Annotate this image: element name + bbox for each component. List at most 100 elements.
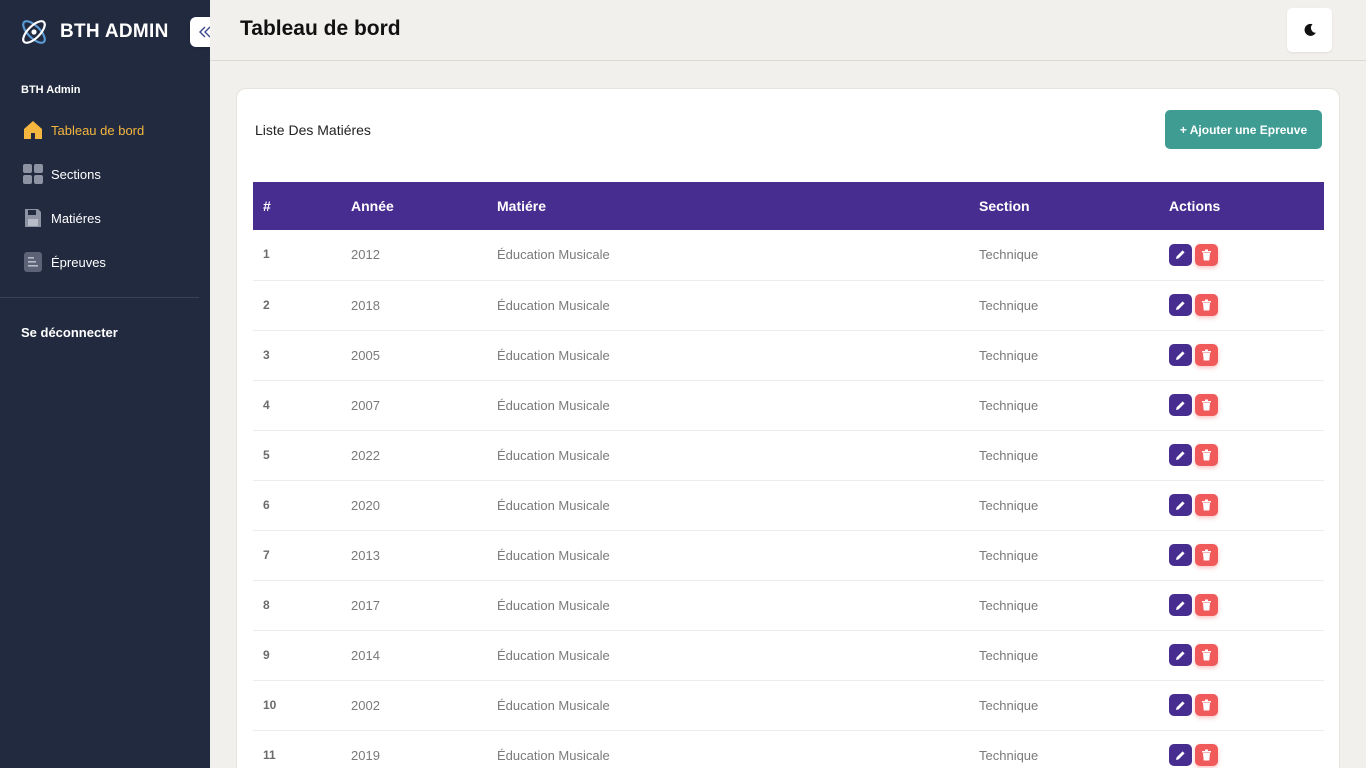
delete-button[interactable] bbox=[1195, 494, 1218, 516]
edit-button[interactable] bbox=[1169, 544, 1192, 566]
row-annee: 2005 bbox=[351, 347, 380, 363]
row-actions bbox=[1159, 230, 1324, 280]
sidebar-divider bbox=[0, 297, 199, 298]
delete-button[interactable] bbox=[1195, 243, 1218, 266]
top-header: Tableau de bord bbox=[210, 0, 1366, 61]
edit-button[interactable] bbox=[1169, 444, 1192, 466]
edit-button[interactable] bbox=[1169, 294, 1192, 316]
row-id: 6 bbox=[263, 497, 270, 512]
delete-button[interactable] bbox=[1195, 294, 1218, 316]
row-actions bbox=[1159, 430, 1324, 480]
row-annee: 2022 bbox=[351, 447, 380, 463]
row-actions bbox=[1159, 630, 1324, 680]
pencil-icon bbox=[1176, 400, 1185, 410]
logout-link[interactable]: Se déconnecter bbox=[21, 325, 118, 340]
matieres-card: Liste Des Matiéres + Ajouter une Epreuve… bbox=[236, 88, 1340, 768]
edit-button[interactable] bbox=[1169, 394, 1192, 416]
moon-icon bbox=[1304, 23, 1316, 36]
row-section: Technique bbox=[979, 447, 1039, 463]
row-section: Technique bbox=[979, 397, 1039, 413]
trash-icon bbox=[1202, 699, 1211, 711]
add-epreuve-button[interactable]: + Ajouter une Epreuve bbox=[1165, 110, 1322, 149]
delete-button[interactable] bbox=[1195, 644, 1218, 666]
pencil-icon bbox=[1176, 250, 1185, 260]
sidebar-item-tableau-de-bord[interactable]: Tableau de bord bbox=[0, 108, 210, 152]
delete-button[interactable] bbox=[1195, 544, 1218, 566]
edit-button[interactable] bbox=[1169, 344, 1192, 366]
sidebar-item-label: Tableau de bord bbox=[51, 122, 145, 138]
row-annee: 2014 bbox=[351, 647, 380, 663]
column-header-matiere[interactable]: Matiére bbox=[487, 182, 969, 230]
column-header-annee[interactable]: Année bbox=[341, 182, 487, 230]
row-matiere: Éducation Musicale bbox=[497, 297, 610, 313]
edit-button[interactable] bbox=[1169, 594, 1192, 616]
row-matiere: Éducation Musicale bbox=[497, 447, 610, 463]
brand[interactable]: BTH ADMIN bbox=[18, 15, 169, 49]
delete-button[interactable] bbox=[1195, 744, 1218, 766]
save-icon bbox=[22, 207, 44, 229]
row-actions bbox=[1159, 380, 1324, 430]
row-section: Technique bbox=[979, 347, 1039, 363]
pencil-icon bbox=[1176, 600, 1185, 610]
sidebar-item-label: Sections bbox=[51, 166, 101, 182]
sidebar-section-label: BTH Admin bbox=[21, 84, 81, 96]
sidebar-item-epreuves[interactable]: Épreuves bbox=[0, 240, 210, 284]
pencil-icon bbox=[1176, 500, 1185, 510]
row-id: 8 bbox=[263, 597, 270, 612]
row-actions bbox=[1159, 530, 1324, 580]
edit-button[interactable] bbox=[1169, 744, 1192, 766]
edit-button[interactable] bbox=[1169, 243, 1192, 266]
row-section: Technique bbox=[979, 647, 1039, 663]
edit-button[interactable] bbox=[1169, 694, 1192, 716]
table-row: 5 2022 Éducation Musicale Technique bbox=[253, 430, 1324, 480]
row-matiere: Éducation Musicale bbox=[497, 697, 610, 713]
row-annee: 2017 bbox=[351, 597, 380, 613]
row-section: Technique bbox=[979, 247, 1039, 263]
row-id: 9 bbox=[263, 647, 270, 662]
sidebar-item-matieres[interactable]: Matiéres bbox=[0, 196, 210, 240]
sidebar-item-sections[interactable]: Sections bbox=[0, 152, 210, 196]
delete-button[interactable] bbox=[1195, 694, 1218, 716]
table-row: 2 2018 Éducation Musicale Technique bbox=[253, 280, 1324, 330]
matieres-table: # Année Matiére Section Actions 1 2012 Édu… bbox=[253, 182, 1324, 768]
row-id: 7 bbox=[263, 547, 270, 562]
sidebar: BTH ADMIN BTH Admin Tableau de bord Sect… bbox=[0, 0, 220, 768]
row-actions bbox=[1159, 480, 1324, 530]
row-section: Technique bbox=[979, 747, 1039, 763]
row-section: Technique bbox=[979, 697, 1039, 713]
document-icon bbox=[22, 251, 44, 273]
row-annee: 2007 bbox=[351, 397, 380, 413]
table-row: 8 2017 Éducation Musicale Technique bbox=[253, 580, 1324, 630]
delete-button[interactable] bbox=[1195, 344, 1218, 366]
row-matiere: Éducation Musicale bbox=[497, 347, 610, 363]
row-id: 2 bbox=[263, 297, 270, 312]
column-header-id[interactable]: # bbox=[253, 182, 341, 230]
delete-button[interactable] bbox=[1195, 594, 1218, 616]
row-actions bbox=[1159, 580, 1324, 630]
row-annee: 2019 bbox=[351, 747, 380, 763]
row-actions bbox=[1159, 330, 1324, 380]
column-header-section[interactable]: Section bbox=[969, 182, 1159, 230]
dark-mode-toggle-button[interactable] bbox=[1287, 8, 1332, 52]
row-id: 11 bbox=[263, 747, 276, 762]
home-icon bbox=[22, 119, 44, 141]
edit-button[interactable] bbox=[1169, 494, 1192, 516]
row-matiere: Éducation Musicale bbox=[497, 647, 610, 663]
table-header-row: # Année Matiére Section Actions bbox=[253, 182, 1324, 230]
delete-button[interactable] bbox=[1195, 444, 1218, 466]
row-id: 4 bbox=[263, 397, 270, 412]
row-section: Technique bbox=[979, 497, 1039, 513]
row-matiere: Éducation Musicale bbox=[497, 247, 610, 263]
table-row: 11 2019 Éducation Musicale Technique bbox=[253, 730, 1324, 768]
table-row: 10 2002 Éducation Musicale Technique bbox=[253, 680, 1324, 730]
row-actions bbox=[1159, 680, 1324, 730]
edit-button[interactable] bbox=[1169, 644, 1192, 666]
delete-button[interactable] bbox=[1195, 394, 1218, 416]
row-matiere: Éducation Musicale bbox=[497, 547, 610, 563]
trash-icon bbox=[1202, 599, 1211, 611]
page-title: Tableau de bord bbox=[240, 17, 401, 40]
table-row: 4 2007 Éducation Musicale Technique bbox=[253, 380, 1324, 430]
row-section: Technique bbox=[979, 297, 1039, 313]
row-id: 1 bbox=[263, 247, 270, 261]
trash-icon bbox=[1202, 299, 1211, 311]
